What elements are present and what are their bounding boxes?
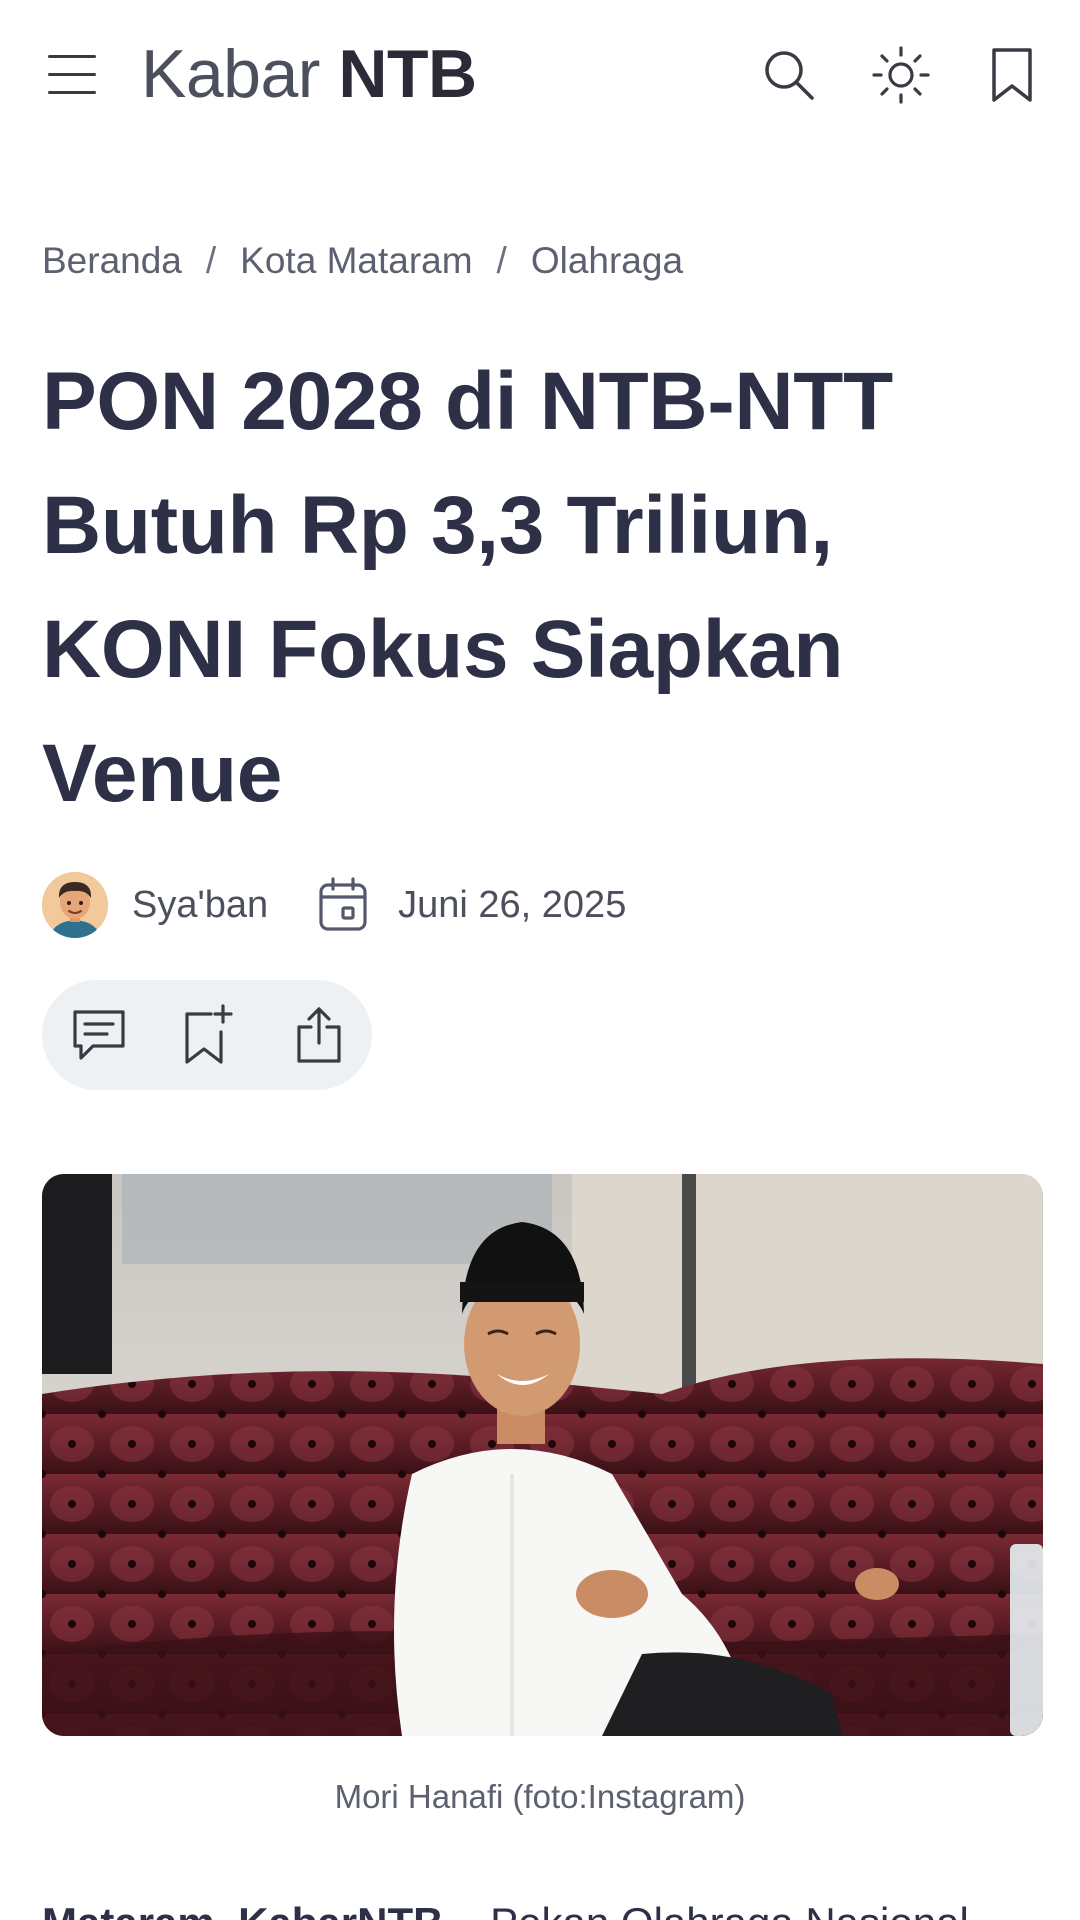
top-header: Kabar NTB xyxy=(0,0,1080,150)
article-meta: Sya'ban Juni 26, 2025 xyxy=(42,872,626,938)
breadcrumb-item-city[interactable]: Kota Mataram xyxy=(240,240,472,281)
menu-icon-bar xyxy=(48,55,96,58)
author-avatar[interactable] xyxy=(42,872,108,938)
menu-icon-bar xyxy=(48,91,96,94)
site-logo[interactable]: Kabar NTB xyxy=(141,36,477,112)
theme-toggle-button[interactable] xyxy=(871,45,931,105)
search-button[interactable] xyxy=(759,45,819,105)
breadcrumb-separator: / xyxy=(496,240,507,281)
avatar-illustration xyxy=(42,872,108,938)
share-icon xyxy=(297,1007,341,1063)
publish-date: Juni 26, 2025 xyxy=(398,883,627,926)
article-image[interactable] xyxy=(42,1174,1043,1736)
comment-icon xyxy=(73,1010,125,1060)
breadcrumb-separator: / xyxy=(205,240,217,281)
dateline: Mataram, KabarNTB xyxy=(42,1899,443,1920)
article-title: PON 2028 di NTB-NTT Butuh Rp 3,3 Triliun… xyxy=(42,356,893,819)
calendar-icon xyxy=(319,877,367,931)
article-page: Kabar NTB Beranda / Kota Mataram / Olahr… xyxy=(0,0,1080,1920)
comment-button[interactable] xyxy=(64,1000,134,1070)
menu-button[interactable] xyxy=(48,55,96,95)
logo-text-light: Kabar xyxy=(141,36,320,112)
logo-text-bold: NTB xyxy=(338,36,477,112)
image-caption: Mori Hanafi (foto:Instagram) xyxy=(334,1778,746,1815)
breadcrumb-item-category[interactable]: Olahraga xyxy=(531,240,683,281)
article-photo-illustration xyxy=(42,1174,1043,1736)
bookmark-icon xyxy=(992,48,1032,102)
article-lead-paragraph: Mataram, KabarNTB – Pekan Olahraga Nasio… xyxy=(42,1895,1080,1920)
breadcrumb-item-home[interactable]: Beranda xyxy=(42,240,182,281)
bookmark-add-icon xyxy=(185,1004,233,1064)
author-name[interactable]: Sya'ban xyxy=(132,884,268,927)
search-icon xyxy=(765,51,814,100)
save-article-button[interactable] xyxy=(174,1000,244,1070)
menu-icon-bar xyxy=(48,73,96,76)
lead-text: – Pekan Olahraga Nasional xyxy=(443,1899,969,1920)
share-button[interactable] xyxy=(284,1000,354,1070)
breadcrumb: Beranda / Kota Mataram / Olahraga xyxy=(42,236,683,286)
saved-button[interactable] xyxy=(982,45,1042,105)
article-actions xyxy=(42,980,372,1090)
sun-icon xyxy=(872,46,930,104)
